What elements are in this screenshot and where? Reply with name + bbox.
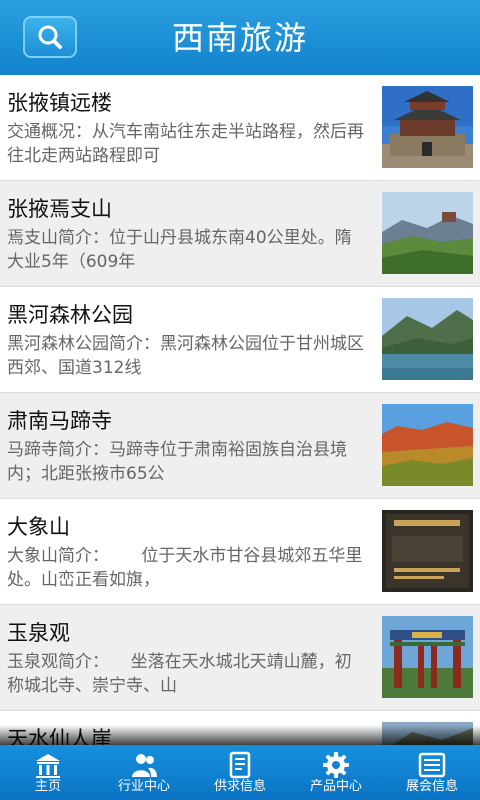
item-title: 黑河森林公园 — [7, 303, 133, 327]
tab-exhibitions[interactable]: 展会信息 — [384, 745, 480, 800]
item-description: 玉泉观简介： 坐落在天水城北天靖山麓，初称城北寺、崇宁寺、山 — [7, 652, 352, 696]
list-item[interactable]: 黑河森林公园 黑河森林公园简介：黑河森林公园位于甘州城区西郊、国道312线 — [0, 287, 480, 393]
tab-label: 供求信息 — [213, 779, 266, 794]
document-icon — [229, 751, 251, 779]
page-title: 西南旅游 — [171, 19, 308, 57]
app-header: 西南旅游 — [0, 0, 480, 75]
mountain-photo — [382, 192, 473, 274]
item-description: 交通概况：从汽车南站往东走半站路程，然后再往北走两站路程即可 — [7, 122, 364, 166]
item-title: 大象山 — [7, 515, 70, 539]
cliff-photo — [382, 404, 473, 486]
tab-label: 主页 — [34, 779, 61, 794]
list-item[interactable]: 玉泉观 玉泉观简介： 坐落在天水城北天靖山麓，初称城北寺、崇宁寺、山 — [0, 605, 480, 711]
bottom-tab-bar: 主页 行业中心 供求信息 产品中心 展会信息 — [0, 745, 480, 800]
home-icon — [36, 754, 60, 778]
gear-icon — [323, 752, 349, 778]
list-item[interactable]: 天水仙人崖 — [0, 711, 480, 745]
attraction-list[interactable]: 张掖镇远楼 交通概况：从汽车南站往东走半站路程，然后再往北走两站路程即可 张掖焉… — [0, 75, 480, 745]
tab-label: 展会信息 — [405, 779, 458, 794]
item-description: 马蹄寺简介：马蹄寺位于肃南裕固族自治县境内；北距张掖市65公 — [7, 440, 347, 484]
list-icon — [418, 752, 446, 778]
item-description: 焉支山简介：位于山丹县城东南40公里处。隋大业5年（609年 — [7, 228, 352, 272]
item-title: 张掖镇远楼 — [7, 91, 112, 115]
item-description: 大象山简介： 位于天水市甘谷县城郊五华里处。山峦正看如旗， — [7, 546, 363, 590]
item-title: 张掖焉支山 — [7, 197, 112, 221]
item-title: 天水仙人崖 — [7, 727, 112, 745]
tower-photo — [382, 86, 473, 168]
cliff-temple-photo — [382, 722, 473, 745]
tab-industry[interactable]: 行业中心 — [96, 745, 192, 800]
item-title: 肃南马蹄寺 — [7, 409, 112, 433]
tab-supply-demand[interactable]: 供求信息 — [192, 745, 288, 800]
people-icon — [132, 754, 157, 777]
lake-photo — [382, 298, 473, 380]
temple-gate-photo — [382, 616, 473, 698]
tab-label: 产品中心 — [309, 779, 362, 794]
tab-products[interactable]: 产品中心 — [288, 745, 384, 800]
tab-label: 行业中心 — [117, 779, 170, 794]
list-item[interactable]: 大象山 大象山简介： 位于天水市甘谷县城郊五华里处。山峦正看如旗， — [0, 499, 480, 605]
list-item[interactable]: 肃南马蹄寺 马蹄寺简介：马蹄寺位于肃南裕固族自治县境内；北距张掖市65公 — [0, 393, 480, 499]
item-description: 黑河森林公园简介：黑河森林公园位于甘州城区西郊、国道312线 — [7, 334, 364, 378]
stone-tablet-photo — [382, 510, 473, 592]
item-title: 玉泉观 — [7, 621, 70, 645]
list-item[interactable]: 张掖镇远楼 交通概况：从汽车南站往东走半站路程，然后再往北走两站路程即可 — [0, 75, 480, 181]
tab-home[interactable]: 主页 — [0, 745, 96, 800]
list-item[interactable]: 张掖焉支山 焉支山简介：位于山丹县城东南40公里处。隋大业5年（609年 — [0, 181, 480, 287]
